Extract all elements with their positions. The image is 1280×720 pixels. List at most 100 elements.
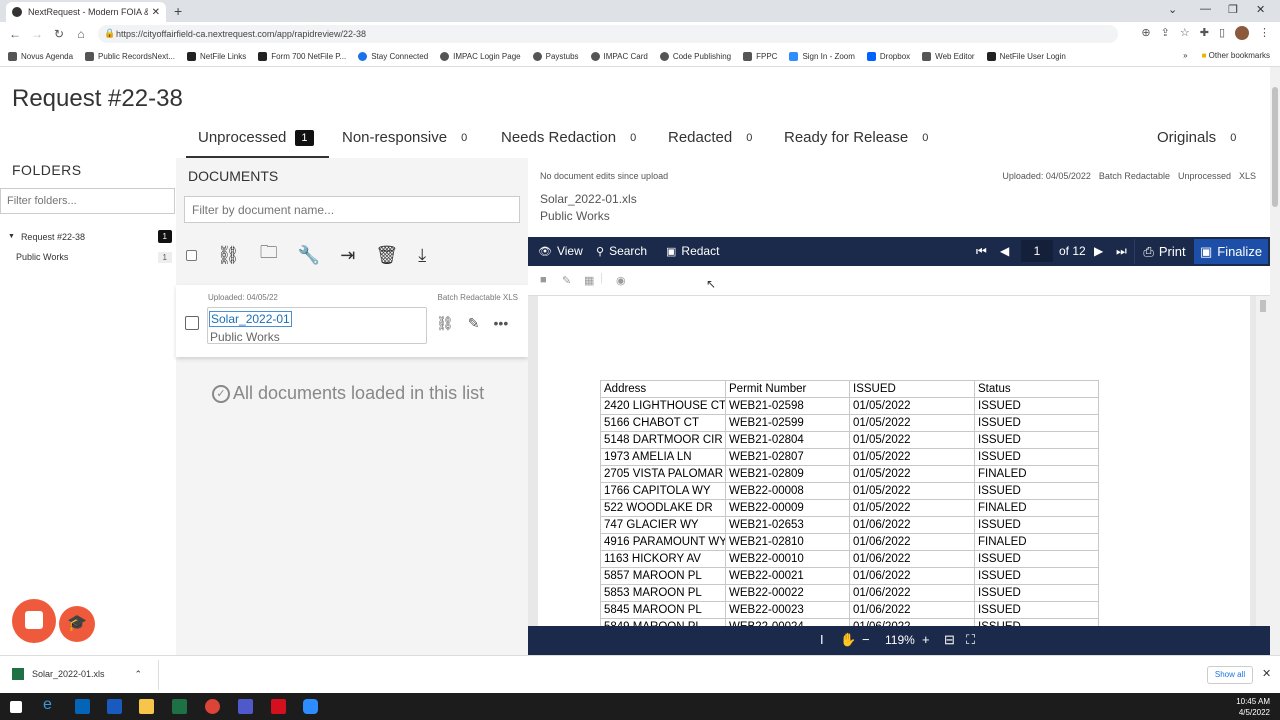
browser-tab[interactable]: NextRequest - Modern FOIA & P ✕ bbox=[6, 2, 166, 22]
teams-icon[interactable] bbox=[238, 699, 253, 714]
folder-public-works[interactable]: Public Works 1 bbox=[16, 252, 172, 263]
first-page-icon[interactable]: ⏮ bbox=[976, 244, 987, 259]
reload-icon[interactable]: ↻ bbox=[48, 27, 70, 41]
other-bookmarks[interactable]: ■ Other bookmarks bbox=[1202, 51, 1270, 60]
document-name-link[interactable]: Solar_2022-01 bbox=[209, 311, 292, 327]
view-button[interactable]: 👁 View bbox=[538, 244, 583, 258]
bookmark[interactable]: IMPAC Card bbox=[590, 51, 648, 61]
tab-non-responsive[interactable]: Non-responsive 0 bbox=[342, 129, 467, 146]
last-page-icon[interactable]: ⏭ bbox=[1116, 244, 1127, 259]
bookmark[interactable]: Form 700 NetFile P... bbox=[258, 51, 346, 61]
finalize-button[interactable]: ▣ Finalize bbox=[1194, 239, 1268, 264]
document-title-box[interactable]: Solar_2022-01 Public Works bbox=[207, 307, 427, 344]
redact-button[interactable]: ▣ Redact bbox=[666, 244, 719, 258]
bookmark[interactable]: Sign In - Zoom bbox=[789, 51, 855, 61]
zoom-icon[interactable]: ⊕ bbox=[1141, 26, 1150, 40]
bookmark[interactable]: NetFile Links bbox=[186, 51, 246, 61]
download-item[interactable]: Solar_2022-01.xls ⌃ bbox=[12, 668, 142, 680]
folder-request[interactable]: ▼ Request #22-38 1 bbox=[8, 230, 172, 243]
zoom-in-icon[interactable]: + bbox=[922, 632, 930, 647]
bookmark[interactable]: IMPAC Login Page bbox=[440, 51, 521, 61]
share-icon[interactable]: ⇪ bbox=[1161, 26, 1170, 40]
close-tab-icon[interactable]: ✕ bbox=[152, 7, 160, 18]
trash-icon[interactable]: 🗑 bbox=[375, 245, 398, 266]
zoom-level[interactable]: 119% bbox=[885, 633, 915, 647]
bookmark[interactable]: Code Publishing bbox=[659, 51, 731, 61]
document-card[interactable]: Uploaded: 04/05/22 Batch Redactable XLS … bbox=[176, 285, 528, 357]
home-icon[interactable]: ⌂ bbox=[70, 27, 92, 41]
scroll-thumb[interactable] bbox=[1260, 300, 1266, 312]
extensions-icon[interactable]: ✚ bbox=[1200, 26, 1209, 40]
tab-unprocessed[interactable]: Unprocessed 1 bbox=[198, 129, 314, 146]
print-button[interactable]: ⎙ Print bbox=[1134, 239, 1194, 264]
new-tab-button[interactable]: + bbox=[174, 3, 182, 19]
chat-button[interactable] bbox=[12, 599, 56, 643]
address-bar[interactable]: 🔒 https://cityoffairfield-ca.nextrequest… bbox=[98, 25, 1118, 43]
bookmark[interactable]: Paystubs bbox=[532, 51, 579, 61]
wrench-icon[interactable]: 🔧 bbox=[298, 245, 320, 266]
profile-avatar[interactable] bbox=[1235, 26, 1249, 40]
star-icon[interactable]: ☆ bbox=[1180, 26, 1190, 40]
bookmark[interactable]: Stay Connected bbox=[358, 51, 428, 61]
filter-documents-input[interactable] bbox=[184, 196, 520, 223]
tab-ready-for-release[interactable]: Ready for Release 0 bbox=[784, 129, 928, 146]
pen-tool-icon[interactable]: ✎ bbox=[562, 274, 571, 287]
pan-hand-icon[interactable]: ✋ bbox=[840, 632, 856, 648]
taskbar-clock[interactable]: 10:45 AM 4/5/2022 bbox=[1236, 696, 1270, 718]
search-button[interactable]: ⚲ Search bbox=[596, 244, 647, 258]
bookmark[interactable]: FPPC bbox=[743, 51, 777, 61]
close-window-icon[interactable]: ✕ bbox=[1256, 3, 1265, 16]
training-button[interactable]: 🎓 bbox=[59, 606, 95, 642]
bookmark[interactable]: Dropbox bbox=[866, 51, 910, 61]
preview-eye-icon[interactable]: ◉ bbox=[616, 274, 626, 287]
download-icon[interactable]: ⤓ bbox=[418, 245, 426, 266]
select-all-checkbox[interactable] bbox=[186, 249, 197, 261]
bookmark[interactable]: NetFile User Login bbox=[986, 51, 1066, 61]
page-scroll-thumb[interactable] bbox=[1272, 87, 1278, 207]
more-bookmarks-button[interactable]: » bbox=[1183, 51, 1187, 60]
back-icon[interactable]: ← bbox=[4, 27, 26, 41]
menu-icon[interactable]: ⋮ bbox=[1259, 26, 1270, 40]
forward-icon[interactable]: → bbox=[26, 27, 48, 41]
file-explorer-icon[interactable] bbox=[139, 699, 154, 714]
close-downloads-icon[interactable]: ✕ bbox=[1262, 667, 1271, 680]
prev-page-icon[interactable]: ◀ bbox=[1000, 244, 1009, 258]
word-icon[interactable] bbox=[107, 699, 122, 714]
bookmark[interactable]: Novus Agenda bbox=[8, 51, 73, 61]
show-all-button[interactable]: Show all bbox=[1207, 666, 1253, 684]
document-checkbox[interactable] bbox=[185, 316, 199, 330]
sidepanel-icon[interactable]: ▯ bbox=[1219, 26, 1225, 40]
hierarchy-icon[interactable]: ⛓ bbox=[436, 315, 454, 332]
folder-icon[interactable]: 🗀 bbox=[260, 240, 278, 270]
next-page-icon[interactable]: ▶ bbox=[1094, 244, 1103, 258]
outlook-icon[interactable] bbox=[75, 699, 90, 714]
tab-search-icon[interactable]: ⌄ bbox=[1168, 3, 1177, 16]
page-scrollbar[interactable] bbox=[1270, 67, 1280, 655]
windows-start-icon[interactable] bbox=[10, 701, 22, 713]
caret-down-icon[interactable]: ▼ bbox=[8, 233, 15, 240]
pencil-icon[interactable]: ✎ bbox=[468, 315, 480, 332]
zoom-taskbar-icon[interactable] bbox=[303, 699, 318, 714]
excel-icon[interactable] bbox=[172, 699, 187, 714]
chrome-icon[interactable] bbox=[205, 699, 220, 714]
bookmark[interactable]: Web Editor bbox=[922, 51, 975, 61]
fullscreen-icon[interactable]: ⛶ bbox=[966, 632, 975, 648]
export-icon[interactable]: ⇥ bbox=[340, 245, 355, 266]
document-viewport[interactable]: Address Permit Number ISSUED Status 2420… bbox=[528, 296, 1270, 626]
tab-originals[interactable]: Originals 0 bbox=[1157, 129, 1236, 146]
fit-width-icon[interactable]: ⊟ bbox=[944, 632, 955, 648]
chevron-up-icon[interactable]: ⌃ bbox=[135, 669, 143, 680]
filter-folders-input[interactable] bbox=[0, 188, 175, 214]
tab-needs-redaction[interactable]: Needs Redaction 0 bbox=[501, 129, 636, 146]
edge-icon[interactable]: e bbox=[43, 696, 58, 713]
zoom-out-icon[interactable]: − bbox=[862, 632, 870, 647]
page-number-input[interactable]: 1 bbox=[1021, 240, 1053, 262]
more-icon[interactable]: ••• bbox=[494, 315, 509, 332]
rectangle-tool-icon[interactable]: ■ bbox=[540, 274, 547, 286]
bookmark[interactable]: Public RecordsNext... bbox=[85, 51, 175, 61]
tab-redacted[interactable]: Redacted 0 bbox=[668, 129, 752, 146]
restore-icon[interactable]: ❐ bbox=[1228, 3, 1238, 16]
stamp-tool-icon[interactable]: ▦ bbox=[584, 274, 594, 287]
minimize-icon[interactable]: — bbox=[1200, 3, 1211, 15]
text-select-icon[interactable]: I bbox=[820, 632, 824, 647]
